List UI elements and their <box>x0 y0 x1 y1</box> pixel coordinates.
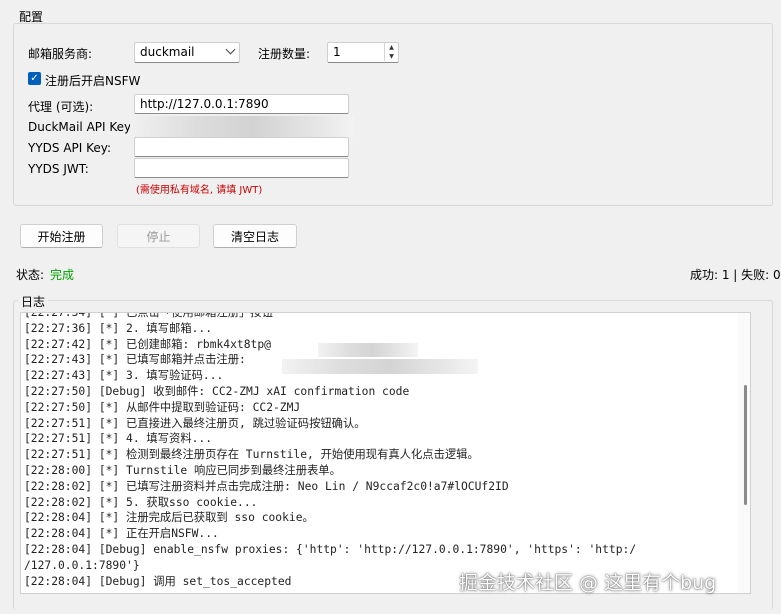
log-scroll-thumb[interactable] <box>744 385 747 505</box>
log-line: [22:27:51] [*] 4. 填写资料... <box>24 432 213 446</box>
log-line: [22:28:04] [*] 正在开启NSFW... <box>24 527 219 541</box>
provider-select-value: duckmail <box>140 45 195 59</box>
proxy-label: 代理 (可选): <box>28 100 94 114</box>
stop-button[interactable]: 停止 <box>117 224 200 248</box>
status-value: 完成 <box>50 268 75 282</box>
provider-label: 邮箱服务商: <box>28 47 93 61</box>
config-group-title: 配置 <box>19 10 44 24</box>
count-label: 注册数量: <box>258 47 311 61</box>
yyds-jwt-input[interactable] <box>134 158 349 178</box>
log-line: [22:28:00] [*] Turnstile 响应已同步到最终注册表单。 <box>24 463 341 477</box>
status-label: 状态: <box>16 268 45 282</box>
log-line: [22:27:34] [*] 已点击「使用邮箱注册」按钮 <box>24 312 273 319</box>
log-line: [22:27:51] [*] 已直接进入最终注册页, 跳过验证码按钮确认。 <box>24 416 366 430</box>
yyds-jwt-label: YYDS JWT: <box>28 162 89 176</box>
log-scrollbar[interactable] <box>738 313 750 593</box>
log-line: [22:28:02] [*] 已填写注册资料并点击完成注册: Neo Lin /… <box>24 479 509 493</box>
start-button[interactable]: 开始注册 <box>20 224 103 248</box>
spin-down-icon[interactable]: ▼ <box>384 52 398 61</box>
duckmail-key-redacted[interactable] <box>130 116 354 138</box>
proxy-input[interactable]: http://127.0.0.1:7890 <box>134 94 349 114</box>
clear-log-button[interactable]: 清空日志 <box>213 224 297 248</box>
result-summary: 成功: 1 | 失败: 0 <box>690 268 781 282</box>
log-line: [22:27:36] [*] 2. 填写邮箱... <box>24 321 213 335</box>
count-value: 1 <box>333 45 341 59</box>
log-line: [22:28:04] [*] 注册完成后已获取到 sso cookie。 <box>24 511 314 525</box>
log-line: [22:27:51] [*] 检测到最终注册页存在 Turnstile, 开始使… <box>24 448 479 462</box>
log-group-title: 日志 <box>18 293 49 310</box>
proxy-input-value: http://127.0.0.1:7890 <box>140 97 269 111</box>
log-line: [22:28:02] [*] 5. 获取sso cookie... <box>24 495 258 509</box>
log-line: [22:28:04] [Debug] enable_nsfw proxies: … <box>24 542 637 556</box>
yyds-key-input[interactable] <box>134 137 349 157</box>
email-redacted <box>282 359 478 374</box>
duckmail-key-label: DuckMail API Key <box>28 120 132 134</box>
count-spinbox[interactable]: 1 ▲ ▼ <box>327 42 399 63</box>
yyds-key-label: YYDS API Key: <box>28 141 112 155</box>
nsfw-checkbox[interactable]: ✓ <box>28 72 41 85</box>
chevron-down-icon <box>225 44 236 55</box>
nsfw-label: 注册后开启NSFW <box>45 74 141 88</box>
watermark: 掘金技术社区 @ 这里有个bug <box>459 572 717 594</box>
log-line: [22:27:50] [*] 从邮件中提取到验证码: CC2-ZMJ <box>24 400 301 414</box>
email-domain-redacted <box>318 343 418 357</box>
log-line: [22:27:50] [Debug] 收到邮件: CC2-ZMJ xAI con… <box>24 384 410 398</box>
provider-select[interactable]: duckmail <box>134 42 240 63</box>
yyds-jwt-hint: (需使用私有域名, 请填 JWT) <box>136 185 263 196</box>
